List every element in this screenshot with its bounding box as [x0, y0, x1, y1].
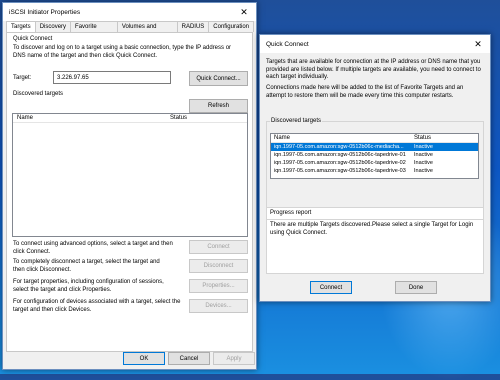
- quick-connect-note: Connections made here will be added to t…: [266, 85, 464, 99]
- apply-button[interactable]: Apply: [213, 352, 255, 365]
- quick-connect-intro: Targets that are available for connectio…: [266, 59, 481, 80]
- cancel-button[interactable]: Cancel: [168, 352, 210, 365]
- properties-help-text: For target properties, including configu…: [13, 279, 164, 293]
- progress-report-heading: Progress report: [270, 210, 312, 216]
- tab-radius[interactable]: RADIUS: [176, 21, 210, 32]
- list-item[interactable]: iqn.1997-05.com.amazon:sgw-0512b06c-tape…: [271, 167, 478, 175]
- quick-connect-window: Quick Connect ✕ Targets that are availab…: [259, 34, 491, 302]
- tab-discovery[interactable]: Discovery: [34, 21, 72, 32]
- column-status[interactable]: Status: [414, 134, 431, 142]
- title-bar[interactable]: Quick Connect ✕: [260, 35, 490, 53]
- properties-button[interactable]: Properties...: [189, 279, 248, 293]
- progress-report-group: Progress report There are multiple Targe…: [266, 207, 484, 274]
- quick-connect-button[interactable]: Quick Connect...: [189, 71, 248, 86]
- disconnect-help-text: To completely disconnect a target, selec…: [13, 259, 160, 273]
- close-icon[interactable]: ✕: [466, 35, 490, 53]
- list-header: Name Status: [13, 114, 247, 123]
- quick-connect-description: To discover and log on to a target using…: [13, 45, 232, 59]
- tab-volumes-devices[interactable]: Volumes and Devices: [116, 21, 178, 39]
- target-label: Target:: [13, 75, 32, 81]
- target-status: Inactive: [414, 144, 433, 150]
- list-item[interactable]: iqn.1997-05.com.amazon:sgw-0512b06c-medi…: [271, 143, 478, 151]
- progress-report-text: There are multiple Targets discovered.Pl…: [270, 222, 474, 236]
- target-name: iqn.1997-05.com.amazon:sgw-0512b06c-tape…: [274, 152, 406, 158]
- ok-button[interactable]: OK: [123, 352, 165, 365]
- tab-configuration[interactable]: Configuration: [208, 21, 254, 32]
- iscsi-properties-window: iSCSI Initiator Properties ✕ Targets Dis…: [2, 2, 257, 370]
- target-name: iqn.1997-05.com.amazon:sgw-0512b06c-tape…: [274, 168, 406, 174]
- close-icon[interactable]: ✕: [232, 3, 256, 21]
- target-name: iqn.1997-05.com.amazon:sgw-0512b06c-medi…: [274, 144, 404, 150]
- list-item[interactable]: iqn.1997-05.com.amazon:sgw-0512b06c-tape…: [271, 159, 478, 167]
- target-status: Inactive: [414, 168, 433, 174]
- tab-strip: Targets Discovery Favorite Targets Volum…: [6, 21, 254, 39]
- list-header: Name Status: [271, 134, 478, 143]
- targets-panel: Quick Connect To discover and log on to …: [6, 32, 253, 352]
- targets-list[interactable]: Name Status: [12, 113, 248, 237]
- target-name: iqn.1997-05.com.amazon:sgw-0512b06c-tape…: [274, 160, 406, 166]
- disconnect-button[interactable]: Disconnect: [189, 259, 248, 273]
- devices-button[interactable]: Devices...: [189, 299, 248, 313]
- column-name[interactable]: Name: [271, 134, 414, 142]
- target-input[interactable]: 3.226.97.65: [53, 71, 171, 84]
- refresh-button[interactable]: Refresh: [189, 99, 248, 113]
- connect-help-text: To connect using advanced options, selec…: [13, 241, 173, 255]
- divider: [267, 219, 483, 220]
- target-status: Inactive: [414, 160, 433, 166]
- quick-connect-heading: Quick Connect: [13, 36, 53, 42]
- discovered-targets-list[interactable]: Name Status iqn.1997-05.com.amazon:sgw-0…: [270, 133, 479, 179]
- window-title: Quick Connect: [266, 40, 309, 48]
- title-bar[interactable]: iSCSI Initiator Properties ✕: [3, 3, 256, 21]
- devices-help-text: For configuration of devices associated …: [13, 299, 181, 313]
- discovered-targets-heading: Discovered targets: [270, 118, 323, 126]
- done-button[interactable]: Done: [395, 281, 437, 294]
- connect-button[interactable]: Connect: [189, 240, 248, 254]
- column-name[interactable]: Name: [13, 114, 170, 122]
- list-item[interactable]: iqn.1997-05.com.amazon:sgw-0512b06c-tape…: [271, 151, 478, 159]
- tab-favorite-targets[interactable]: Favorite Targets: [70, 21, 118, 39]
- discovered-targets-heading: Discovered targets: [13, 91, 64, 97]
- target-status: Inactive: [414, 152, 433, 158]
- column-status[interactable]: Status: [170, 114, 187, 122]
- window-title: iSCSI Initiator Properties: [9, 8, 81, 16]
- connect-button[interactable]: Connect: [310, 281, 352, 294]
